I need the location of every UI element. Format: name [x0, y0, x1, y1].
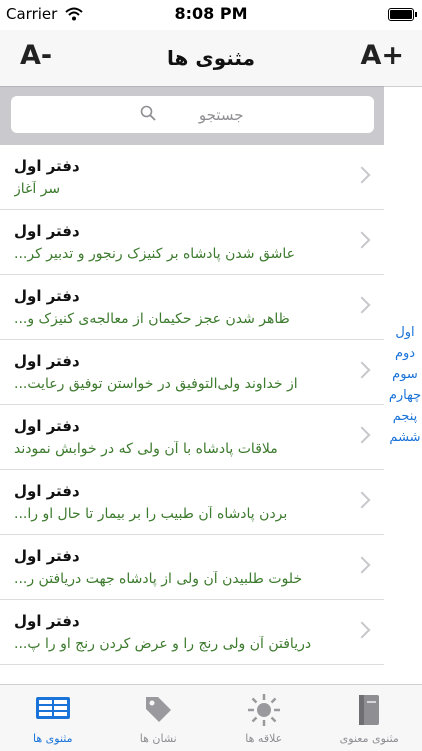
section-index-item[interactable]: پنجم [388, 406, 422, 427]
chevron-right-icon [354, 557, 371, 574]
chevron-right-icon [354, 362, 371, 379]
search-field[interactable] [11, 96, 374, 133]
list-item[interactable]: دفتر اول دریافتن آن ولی رنج را و عرض کرد… [0, 600, 384, 665]
search-bar [0, 86, 384, 145]
chevron-right-icon [354, 232, 371, 249]
row-title: دفتر اول [14, 417, 354, 435]
battery-icon [388, 8, 414, 21]
section-index: اول دوم سوم چهارم پنجم ششم [388, 322, 422, 448]
navigation-bar: A- مثنوی ها A+ [0, 30, 422, 86]
row-title: دفتر اول [14, 612, 354, 630]
poem-list: دفتر اول سر آغاز دفتر اول عاشق شدن پادشا… [0, 145, 384, 684]
row-subtitle: عاشق شدن پادشاه بر کنیزک رنجور و تدبیر ک… [14, 246, 344, 262]
tab-masnavi-manavi[interactable]: مثنوی معنوی [317, 685, 422, 751]
tab-bar: مثنوی ها نشان ها علاقه ها [0, 684, 422, 751]
list-item[interactable]: دفتر اول از خداوند ولی‌التوفیق در خواستن… [0, 340, 384, 405]
book-list-icon [34, 693, 72, 727]
chevron-right-icon [354, 492, 371, 509]
row-title: دفتر اول [14, 222, 354, 240]
section-index-item[interactable]: ششم [388, 427, 422, 448]
row-subtitle: سر آغاز [14, 181, 344, 197]
row-title: دفتر اول [14, 287, 354, 305]
row-subtitle: ظاهر شدن عجز حکیمان از معالجه‌ی کنیزک و.… [14, 311, 344, 327]
tab-masnavis[interactable]: مثنوی ها [0, 685, 106, 751]
list-item[interactable]: دفتر اول خلوت طلبیدن آن ولی از پادشاه جه… [0, 535, 384, 600]
row-title: دفتر اول [14, 352, 354, 370]
search-input[interactable] [162, 105, 246, 125]
chevron-right-icon [354, 167, 371, 184]
tag-icon [142, 693, 174, 729]
list-item[interactable]: دفتر اول ملاقات پادشاه با آن ولی که در خ… [0, 405, 384, 470]
section-index-item[interactable]: چهارم [388, 385, 422, 406]
tab-label: مثنوی معنوی [317, 732, 422, 745]
row-subtitle: بردن پادشاه آن طبیب را بر بیمار تا حال ا… [14, 506, 344, 522]
sun-icon [247, 693, 281, 731]
row-title: دفتر اول [14, 547, 354, 565]
book-icon [355, 693, 383, 731]
list-item[interactable]: دفتر اول ظاهر شدن عجز حکیمان از معالجه‌ی… [0, 275, 384, 340]
tab-label: علاقه ها [211, 732, 317, 745]
font-increase-button[interactable]: A+ [360, 40, 404, 71]
row-subtitle: از خداوند ولی‌التوفیق در خواستن توفیق رع… [14, 376, 344, 392]
row-title: دفتر اول [14, 157, 354, 175]
tab-bookmarks[interactable]: نشان ها [106, 685, 212, 751]
status-time: 8:08 PM [0, 4, 422, 23]
row-subtitle: خلوت طلبیدن آن ولی از پادشاه جهت دریافتن… [14, 571, 344, 587]
row-title: دفتر اول [14, 482, 354, 500]
section-index-item[interactable]: دوم [388, 343, 422, 364]
tab-favorites[interactable]: علاقه ها [211, 685, 317, 751]
search-icon [140, 105, 156, 125]
chevron-right-icon [354, 297, 371, 314]
list-item[interactable]: دفتر اول سر آغاز [0, 145, 384, 210]
row-subtitle: ملاقات پادشاه با آن ولی که در خوابش نمود… [14, 441, 344, 457]
list-item[interactable]: دفتر اول عاشق شدن پادشاه بر کنیزک رنجور … [0, 210, 384, 275]
chevron-right-icon [354, 427, 371, 444]
status-bar: Carrier 8:08 PM [0, 0, 422, 30]
section-index-item[interactable]: سوم [388, 364, 422, 385]
section-index-item[interactable]: اول [388, 322, 422, 343]
tab-label: مثنوی ها [0, 732, 106, 745]
page-title: مثنوی ها [0, 46, 422, 70]
list-item[interactable]: دفتر اول بردن پادشاه آن طبیب را بر بیمار… [0, 470, 384, 535]
row-subtitle: دریافتن آن ولی رنج را و عرض کردن رنج او … [14, 636, 344, 652]
index-header-spacer [384, 86, 422, 145]
tab-label: نشان ها [106, 732, 212, 745]
chevron-right-icon [354, 622, 371, 639]
